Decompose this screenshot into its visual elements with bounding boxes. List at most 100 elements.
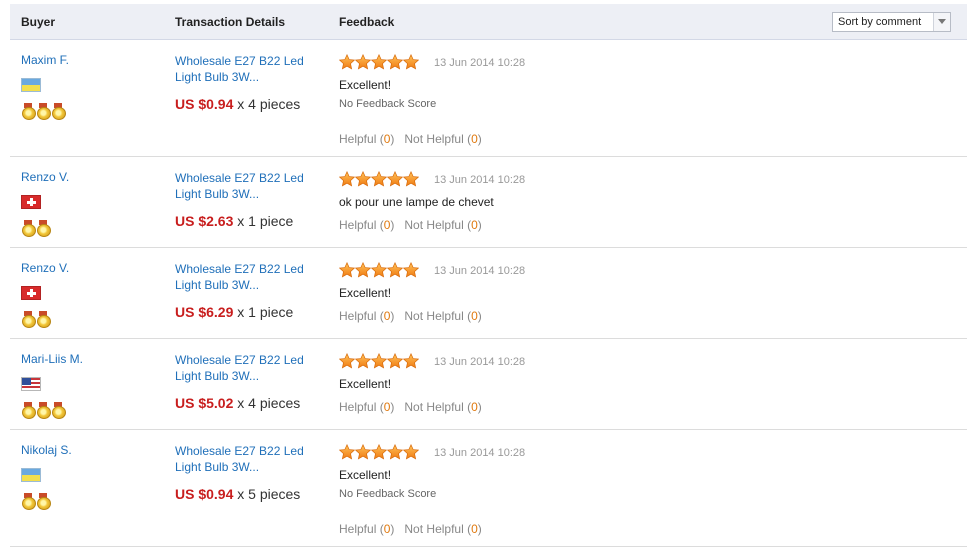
feedback-comment: Excellent! bbox=[339, 286, 392, 300]
medal-icon bbox=[22, 311, 36, 328]
star-icon bbox=[387, 171, 403, 187]
not-helpful-button[interactable]: Not Helpful (0) bbox=[404, 309, 481, 323]
quantity: x 4 pieces bbox=[237, 96, 301, 112]
quantity: x 1 piece bbox=[237, 304, 294, 320]
buyer-name-link[interactable]: Maxim F. bbox=[21, 53, 69, 67]
helpful-label: Helpful bbox=[339, 400, 377, 414]
table-row: Maxim F. Wholesale E27 B22 Led Light Bulb… bbox=[10, 40, 967, 157]
buyer-name-link[interactable]: Mari-Liis M. bbox=[21, 352, 83, 366]
medal-icon bbox=[37, 311, 51, 328]
buyer-name-link[interactable]: Nikolaj S. bbox=[21, 443, 72, 457]
table-header: Buyer Transaction Details Feedback Sort … bbox=[10, 4, 967, 40]
helpful-label: Helpful bbox=[339, 522, 377, 536]
quantity: x 5 pieces bbox=[237, 486, 301, 502]
price: US $0.94 bbox=[175, 486, 234, 502]
product-link[interactable]: Wholesale E27 B22 Led Light Bulb 3W... bbox=[175, 261, 325, 293]
feedback-date: 13 Jun 2014 10:28 bbox=[434, 356, 526, 368]
no-feedback-score: No Feedback Score bbox=[339, 488, 437, 500]
not-helpful-count: 0 bbox=[471, 132, 478, 146]
product-link[interactable]: Wholesale E27 B22 Led Light Bulb 3W... bbox=[175, 53, 325, 85]
helpful-button[interactable]: Helpful (0) bbox=[339, 400, 394, 414]
sort-select[interactable]: Sort by comment bbox=[832, 12, 951, 32]
buyer-name-link[interactable]: Renzo V. bbox=[21, 261, 69, 275]
price-quantity: US $0.94 x 4 pieces bbox=[175, 96, 300, 112]
star-icon bbox=[387, 444, 403, 460]
star-icon bbox=[403, 262, 419, 278]
helpful-votes: Helpful (0) Not Helpful (0) bbox=[339, 522, 482, 536]
helpful-button[interactable]: Helpful (0) bbox=[339, 309, 394, 323]
price: US $6.29 bbox=[175, 304, 234, 320]
feedback-date: 13 Jun 2014 10:28 bbox=[434, 447, 526, 459]
table-body: Maxim F. Wholesale E27 B22 Led Light Bulb… bbox=[10, 40, 967, 547]
feedback-date: 13 Jun 2014 10:28 bbox=[434, 265, 526, 277]
feedback-date: 13 Jun 2014 10:28 bbox=[434, 57, 526, 69]
helpful-count: 0 bbox=[383, 400, 391, 414]
medal-icon bbox=[52, 103, 66, 120]
helpful-votes: Helpful (0) Not Helpful (0) bbox=[339, 400, 482, 414]
buyer-medals bbox=[22, 402, 66, 419]
header-feedback: Feedback bbox=[339, 15, 395, 29]
quantity: x 4 pieces bbox=[237, 395, 301, 411]
not-helpful-count: 0 bbox=[471, 309, 478, 323]
country-flag-icon bbox=[21, 377, 41, 391]
sort-select-value: Sort by comment bbox=[838, 16, 922, 28]
helpful-count: 0 bbox=[383, 218, 391, 232]
chevron-down-icon[interactable] bbox=[933, 13, 950, 31]
helpful-count: 0 bbox=[383, 309, 391, 323]
price-quantity: US $0.94 x 5 pieces bbox=[175, 486, 300, 502]
star-icon bbox=[355, 171, 371, 187]
not-helpful-button[interactable]: Not Helpful (0) bbox=[404, 132, 481, 146]
star-icon bbox=[403, 171, 419, 187]
medal-icon bbox=[22, 220, 36, 237]
helpful-button[interactable]: Helpful (0) bbox=[339, 522, 394, 536]
star-rating bbox=[339, 54, 419, 70]
star-icon bbox=[371, 54, 387, 70]
header-buyer: Buyer bbox=[21, 15, 56, 29]
star-icon bbox=[387, 353, 403, 369]
star-icon bbox=[339, 54, 355, 70]
price: US $5.02 bbox=[175, 395, 234, 411]
star-icon bbox=[355, 262, 371, 278]
star-icon bbox=[371, 262, 387, 278]
star-icon bbox=[371, 444, 387, 460]
helpful-votes: Helpful (0) Not Helpful (0) bbox=[339, 218, 482, 232]
helpful-votes: Helpful (0) Not Helpful (0) bbox=[339, 132, 482, 146]
price: US $0.94 bbox=[175, 96, 234, 112]
feedback-date: 13 Jun 2014 10:28 bbox=[434, 174, 526, 186]
not-helpful-button[interactable]: Not Helpful (0) bbox=[404, 218, 481, 232]
medal-icon bbox=[22, 103, 36, 120]
not-helpful-button[interactable]: Not Helpful (0) bbox=[404, 400, 481, 414]
country-flag-icon bbox=[21, 286, 41, 300]
price: US $2.63 bbox=[175, 213, 234, 229]
star-icon bbox=[387, 262, 403, 278]
product-link[interactable]: Wholesale E27 B22 Led Light Bulb 3W... bbox=[175, 170, 325, 202]
country-flag-icon bbox=[21, 195, 41, 209]
buyer-medals bbox=[22, 311, 51, 328]
helpful-count: 0 bbox=[383, 522, 391, 536]
helpful-button[interactable]: Helpful (0) bbox=[339, 218, 394, 232]
star-rating bbox=[339, 171, 419, 187]
table-row: Renzo V. Wholesale E27 B22 Led Light Bulb… bbox=[10, 248, 967, 339]
feedback-comment: Excellent! bbox=[339, 377, 392, 391]
not-helpful-label: Not Helpful bbox=[404, 309, 464, 323]
star-icon bbox=[355, 444, 371, 460]
buyer-name-link[interactable]: Renzo V. bbox=[21, 170, 69, 184]
not-helpful-label: Not Helpful bbox=[404, 522, 464, 536]
not-helpful-button[interactable]: Not Helpful (0) bbox=[404, 522, 481, 536]
helpful-button[interactable]: Helpful (0) bbox=[339, 132, 394, 146]
medal-icon bbox=[37, 220, 51, 237]
table-row: Nikolaj S. Wholesale E27 B22 Led Light Bu… bbox=[10, 430, 967, 547]
feedback-comment: Excellent! bbox=[339, 78, 392, 92]
country-flag-icon bbox=[21, 468, 41, 482]
country-flag-icon bbox=[21, 78, 41, 92]
helpful-label: Helpful bbox=[339, 132, 377, 146]
star-icon bbox=[403, 54, 419, 70]
not-helpful-label: Not Helpful bbox=[404, 400, 464, 414]
not-helpful-label: Not Helpful bbox=[404, 218, 464, 232]
product-link[interactable]: Wholesale E27 B22 Led Light Bulb 3W... bbox=[175, 352, 325, 384]
helpful-label: Helpful bbox=[339, 218, 377, 232]
medal-icon bbox=[37, 103, 51, 120]
medal-icon bbox=[37, 493, 51, 510]
star-rating bbox=[339, 353, 419, 369]
product-link[interactable]: Wholesale E27 B22 Led Light Bulb 3W... bbox=[175, 443, 325, 475]
